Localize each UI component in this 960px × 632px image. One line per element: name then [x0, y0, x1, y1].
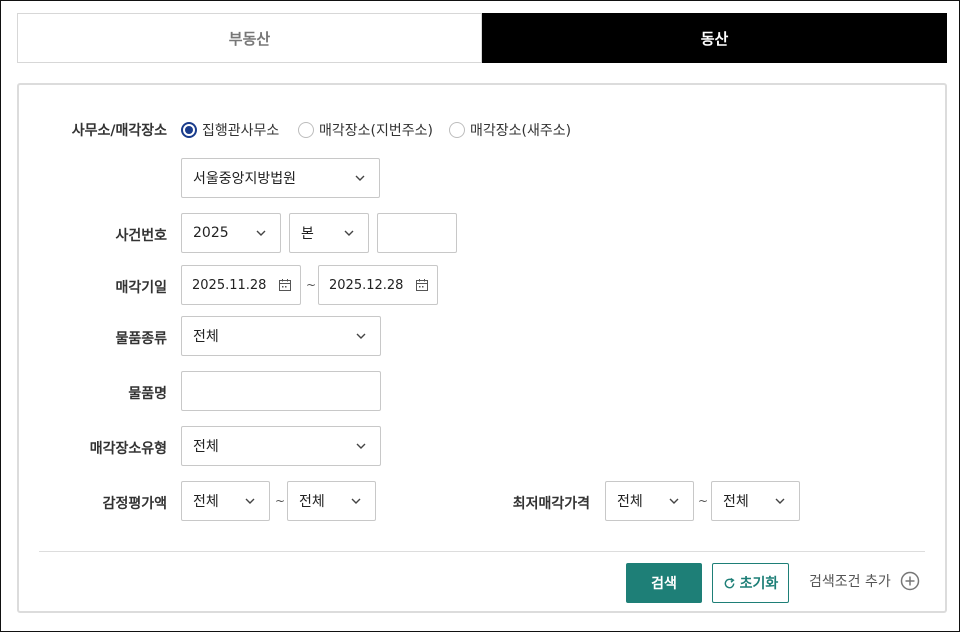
refresh-icon: [724, 577, 735, 588]
appraisal-from-select[interactable]: 전체: [181, 481, 270, 521]
chevron-down-icon: [356, 333, 366, 339]
sale-date-from-value: 2025.11.28: [192, 277, 267, 293]
radio-unselected-icon: [449, 122, 465, 138]
calendar-icon[interactable]: [278, 278, 292, 292]
chevron-down-icon: [669, 498, 679, 504]
appraisal-to-value: 전체: [299, 494, 325, 510]
appraisal-label: 감정평가액: [102, 496, 167, 512]
radio-unselected-icon: [298, 122, 314, 138]
search-button[interactable]: 검색: [626, 563, 702, 603]
search-panel: 사무소/매각장소 집행관사무소 매각장소(지번주소) 매각장소(새주소) 서울중…: [17, 83, 947, 613]
category-tabs: 부동산 동산: [17, 13, 947, 63]
court-select[interactable]: 서울중앙지방법원: [181, 158, 380, 198]
reset-button[interactable]: 초기화: [712, 563, 789, 603]
min-price-to-value: 전체: [723, 494, 749, 510]
min-price-label: 최저매각가격: [512, 496, 590, 512]
place-type-select[interactable]: 전체: [181, 426, 381, 466]
min-price-from-select[interactable]: 전체: [605, 481, 694, 521]
chevron-down-icon: [351, 498, 361, 504]
min-price-to-select[interactable]: 전체: [711, 481, 800, 521]
case-year-value: 2025: [193, 225, 229, 241]
appraisal-range-separator: ~: [275, 494, 286, 508]
item-type-value: 전체: [193, 329, 219, 345]
case-no-label: 사건번호: [115, 228, 167, 244]
calendar-icon[interactable]: [415, 278, 429, 292]
radio-lot-address-label: 매각장소(지번주소): [319, 123, 433, 139]
place-type-label: 매각장소유형: [89, 441, 167, 457]
chevron-down-icon: [245, 498, 255, 504]
sale-date-label: 매각기일: [115, 280, 167, 296]
radio-office[interactable]: 집행관사무소: [181, 120, 279, 140]
chevron-down-icon: [344, 230, 354, 236]
place-type-value: 전체: [193, 439, 219, 455]
sale-date-to-value: 2025.12.28: [329, 277, 404, 293]
page-frame: 부동산 동산 사무소/매각장소 집행관사무소 매각장소(지번주소) 매각장소(새…: [0, 0, 960, 632]
chevron-down-icon: [356, 443, 366, 449]
chevron-down-icon: [256, 230, 266, 236]
item-type-label: 물품종류: [115, 331, 167, 347]
case-type-value: 본: [301, 226, 314, 242]
office-label: 사무소/매각장소: [71, 123, 167, 139]
court-select-value: 서울중앙지방법원: [193, 171, 297, 187]
item-name-label: 물품명: [128, 386, 167, 402]
appraisal-from-value: 전체: [193, 494, 219, 510]
radio-new-address-label: 매각장소(새주소): [470, 123, 572, 139]
tab-movable[interactable]: 동산: [482, 13, 947, 63]
reset-button-label: 초기화: [739, 576, 779, 592]
sale-date-to[interactable]: 2025.12.28: [318, 265, 438, 305]
chevron-down-icon: [775, 498, 785, 504]
radio-new-address[interactable]: 매각장소(새주소): [449, 120, 571, 140]
sale-date-from[interactable]: 2025.11.28: [181, 265, 301, 305]
tab-real-estate[interactable]: 부동산: [17, 13, 482, 63]
item-name-input[interactable]: [181, 371, 381, 411]
actions-divider: [39, 551, 925, 552]
date-range-separator: ~: [306, 278, 317, 292]
appraisal-to-select[interactable]: 전체: [287, 481, 376, 521]
add-condition-button[interactable]: 검색조건 추가: [809, 571, 920, 591]
add-condition-label: 검색조건 추가: [809, 574, 891, 590]
radio-office-label: 집행관사무소: [202, 123, 280, 139]
min-price-range-separator: ~: [698, 494, 709, 508]
radio-lot-address[interactable]: 매각장소(지번주소): [298, 120, 433, 140]
case-year-select[interactable]: 2025: [181, 213, 281, 253]
case-number-input[interactable]: [377, 213, 457, 253]
min-price-from-value: 전체: [617, 494, 643, 510]
item-type-select[interactable]: 전체: [181, 316, 381, 356]
chevron-down-icon: [355, 175, 365, 181]
plus-circle-icon[interactable]: [900, 571, 920, 591]
case-type-select[interactable]: 본: [289, 213, 369, 253]
radio-selected-icon: [181, 122, 197, 138]
